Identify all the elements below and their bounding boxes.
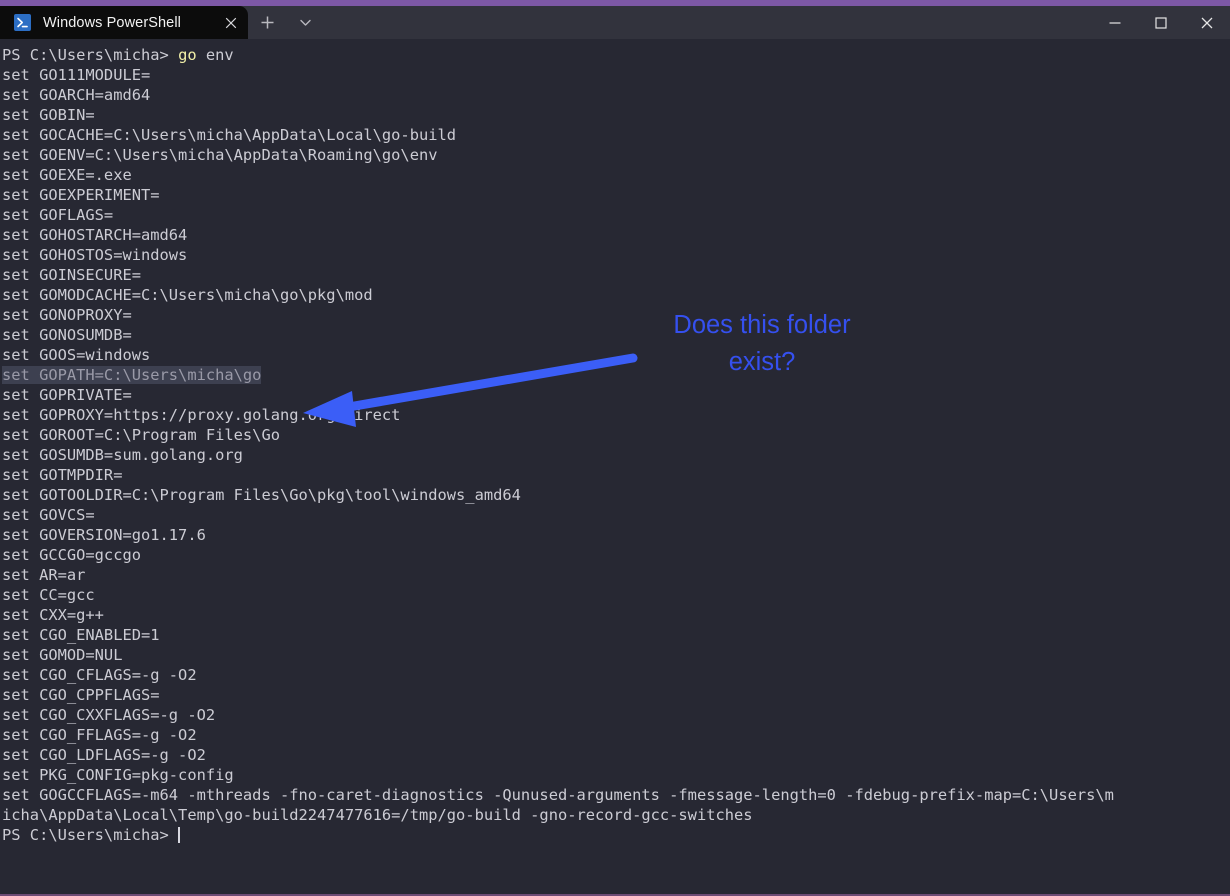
terminal-output-line: set GOHOSTOS=windows — [2, 246, 188, 264]
new-tab-button[interactable] — [248, 6, 286, 39]
terminal-output-line: set GOMOD=NUL — [2, 646, 123, 664]
terminal-output-line: set GOTMPDIR= — [2, 466, 123, 484]
terminal-output-line: set GOHOSTARCH=amd64 — [2, 226, 188, 244]
selection-highlight: set GOPATH=C:\Users\micha\go — [2, 366, 262, 384]
terminal-output-line: set GOARCH=amd64 — [2, 86, 151, 104]
terminal-output-line: set CGO_CFLAGS=-g -O2 — [2, 666, 197, 684]
shell-prompt: PS C:\Users\micha> — [2, 826, 179, 844]
terminal-output-line: set GOPROXY=https://proxy.golang.org,dir… — [2, 406, 401, 424]
terminal-output-line: set GOPRIVATE= — [2, 386, 132, 404]
shell-prompt: PS C:\Users\micha> — [2, 46, 179, 64]
titlebar-drag-area — [324, 6, 1092, 39]
terminal-output-line: set GOGCCFLAGS=-m64 -mthreads -fno-caret… — [2, 786, 1114, 804]
terminal-output-line: set GOINSECURE= — [2, 266, 141, 284]
terminal-output-line: set PKG_CONFIG=pkg-config — [2, 766, 234, 784]
terminal-output-line: set GOEXE=.exe — [2, 166, 132, 184]
terminal-output-line: set GONOPROXY= — [2, 306, 132, 324]
terminal-output-line: set CGO_CPPFLAGS= — [2, 686, 160, 704]
terminal-output-line: set CGO_ENABLED=1 — [2, 626, 160, 644]
powershell-icon — [14, 14, 31, 31]
terminal-output-line: set CGO_CXXFLAGS=-g -O2 — [2, 706, 216, 724]
terminal-final-prompt-line: PS C:\Users\micha> — [2, 825, 1114, 845]
terminal-output-line: set AR=ar — [2, 566, 86, 584]
terminal-output-line: set GOVCS= — [2, 506, 95, 524]
terminal-output-line: set GOEXPERIMENT= — [2, 186, 160, 204]
terminal-output-line: set CGO_LDFLAGS=-g -O2 — [2, 746, 206, 764]
terminal-output-line: set CXX=g++ — [2, 606, 104, 624]
close-tab-icon[interactable] — [214, 6, 248, 39]
command-keyword: go — [178, 46, 197, 64]
terminal-output-line: set GOOS=windows — [2, 346, 151, 364]
terminal-output-line: set CGO_FFLAGS=-g -O2 — [2, 726, 197, 744]
terminal-output-line: set GOVERSION=go1.17.6 — [2, 526, 206, 544]
terminal-output-line: set GOBIN= — [2, 106, 95, 124]
powershell-window: Windows PowerShell PS C:\Users\micha> go… — [0, 0, 1230, 896]
terminal-output-line: set GOSUMDB=sum.golang.org — [2, 446, 243, 464]
text-cursor — [178, 827, 181, 843]
maximize-button[interactable] — [1138, 6, 1184, 39]
terminal-output-line: set GONOSUMDB= — [2, 326, 132, 344]
terminal-text: PS C:\Users\micha> go env set GO111MODULE… — [2, 45, 1114, 845]
close-window-button[interactable] — [1184, 6, 1230, 39]
terminal-output-line: set GOTOOLDIR=C:\Program Files\Go\pkg\to… — [2, 486, 521, 504]
terminal-output-line: set GOCACHE=C:\Users\micha\AppData\Local… — [2, 126, 457, 144]
chevron-down-icon[interactable] — [286, 6, 324, 39]
annotation-text: Does this folder exist? — [617, 307, 907, 381]
terminal-output-line: set GOMODCACHE=C:\Users\micha\go\pkg\mod — [2, 286, 373, 304]
tab-strip: Windows PowerShell — [0, 6, 324, 39]
title-bar: Windows PowerShell — [0, 6, 1230, 39]
terminal-output-line: icha\AppData\Local\Temp\go-build22474776… — [2, 806, 753, 824]
annotation-line-2: exist? — [728, 348, 796, 376]
terminal-output-line: set CC=gcc — [2, 586, 95, 604]
terminal-command-line: PS C:\Users\micha> go env — [2, 45, 1114, 65]
command-arguments: env — [196, 46, 234, 64]
terminal-output-line: set GOENV=C:\Users\micha\AppData\Roaming… — [2, 146, 438, 164]
terminal-output-line: set GOROOT=C:\Program Files\Go — [2, 426, 280, 444]
terminal-output-line: set GO111MODULE= — [2, 66, 151, 84]
annotation-line-1: Does this folder — [673, 311, 851, 339]
terminal-selected-line: set GOPATH=C:\Users\micha\go — [2, 365, 1114, 385]
tab-windows-powershell[interactable]: Windows PowerShell — [0, 6, 248, 39]
tab-title: Windows PowerShell — [43, 14, 181, 31]
minimize-button[interactable] — [1092, 6, 1138, 39]
terminal-output-line: set GOFLAGS= — [2, 206, 114, 224]
terminal-output-area[interactable]: PS C:\Users\micha> go env set GO111MODULE… — [0, 39, 1230, 894]
terminal-output-line: set GCCGO=gccgo — [2, 546, 141, 564]
